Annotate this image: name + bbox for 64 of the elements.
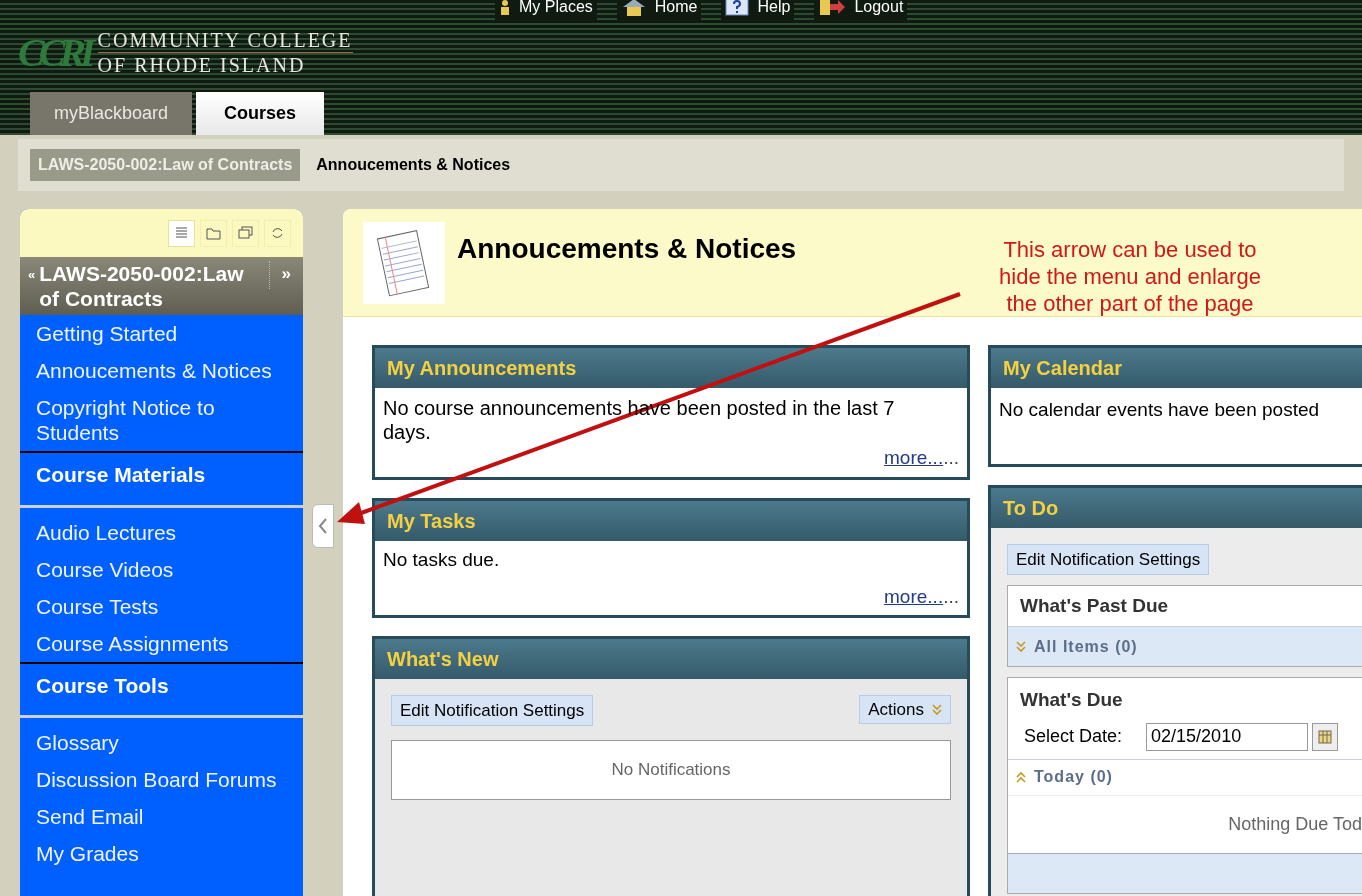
panel-title: What's Past Due: [1019, 593, 1170, 618]
folder-icon[interactable]: [200, 219, 227, 247]
menu-link[interactable]: Getting Started: [20, 315, 303, 352]
portlet-title: My Announcements: [387, 356, 577, 381]
more-dots: ...: [943, 584, 959, 609]
double-chevron-up-icon: [1016, 771, 1026, 783]
field-label: Select Date:: [1024, 725, 1123, 748]
menu-link[interactable]: Course Videos: [20, 550, 303, 588]
menu-heading[interactable]: Course Tools: [20, 661, 303, 718]
top-nav-link[interactable]: Help: [721, 0, 795, 20]
menu-link[interactable]: Audio Lectures: [20, 513, 303, 551]
top-nav-link[interactable]: My Places: [495, 0, 597, 20]
help-icon: [725, 0, 750, 16]
menu-link[interactable]: Annoucements & Notices: [20, 352, 303, 389]
annotation-text: This arrow can be used to hide the menu and enlarge the other part of the page: [998, 236, 1262, 317]
menu-course-title: LAWS-2050-002:Law of Contracts: [39, 261, 245, 311]
portlet-text: No calendar events have been posted: [998, 398, 1321, 422]
logo-mark: CCRI: [18, 32, 90, 73]
portlet-title: My Calendar: [1003, 356, 1122, 381]
refresh-icon[interactable]: [264, 219, 291, 247]
edit-notification-settings-button[interactable]: Edit Notification Settings: [391, 695, 594, 726]
panel-title: What's Due: [1019, 688, 1124, 712]
calendar-icon[interactable]: [1312, 722, 1339, 751]
notepad-icon: [363, 221, 445, 304]
group-toggle[interactable]: Today (0): [1008, 758, 1362, 795]
breadcrumb-link[interactable]: LAWS-2050-002:Law of Contracts: [30, 149, 301, 181]
collapse-toggle[interactable]: «: [28, 262, 36, 311]
menu-link[interactable]: Send Email: [20, 798, 303, 835]
portlet-title: What's New: [387, 647, 499, 672]
empty-message: No Notifications: [611, 759, 731, 782]
menu-link[interactable]: Glossary: [20, 724, 303, 761]
page-title: Annoucements & Notices: [457, 231, 797, 266]
breadcrumb-current: Annoucements & Notices: [316, 155, 511, 175]
double-chevron-down-icon: [932, 703, 942, 716]
actions-button[interactable]: Actions: [859, 695, 951, 724]
person-icon: [499, 0, 511, 15]
group-toggle[interactable]: All Items (0): [1008, 626, 1362, 666]
top-nav-link[interactable]: Home: [616, 0, 702, 20]
nav-tab[interactable]: myBlackboard: [30, 92, 193, 135]
portlet-title: My Tasks: [387, 508, 476, 534]
double-chevron-down-icon: [1016, 640, 1026, 653]
portlet-text: No tasks due.: [382, 547, 501, 572]
expand-toggle[interactable]: »: [268, 261, 295, 289]
more-link[interactable]: more...: [884, 444, 944, 473]
collapse-handle[interactable]: [312, 504, 334, 548]
empty-message: Nothing Due Tod: [1228, 812, 1362, 836]
windows-icon[interactable]: [232, 219, 259, 247]
more-link[interactable]: more...: [884, 582, 944, 611]
menu-link[interactable]: Copyright Notice to Students: [20, 389, 303, 451]
top-nav-link[interactable]: Logout: [814, 0, 908, 20]
list-view-icon[interactable]: [168, 219, 195, 247]
menu-link[interactable]: My Grades: [20, 835, 303, 872]
more-dots: ...: [943, 446, 959, 470]
door-icon: [818, 0, 847, 16]
date-input[interactable]: 02/15/2010: [1146, 722, 1309, 751]
menu-heading[interactable]: Course Materials: [20, 451, 303, 508]
menu-link[interactable]: Discussion Board Forums: [20, 761, 303, 798]
college-name: OF RHODE ISLAND: [97, 53, 307, 77]
college-name: COMMUNITY COLLEGE: [97, 28, 353, 53]
menu-link[interactable]: Course Tests: [20, 587, 303, 625]
edit-notification-settings-button[interactable]: Edit Notification Settings: [1007, 544, 1210, 575]
menu-link[interactable]: Course Assignments: [20, 624, 303, 662]
nav-tab[interactable]: Courses: [196, 92, 325, 135]
portlet-title: To Do: [1003, 496, 1059, 521]
